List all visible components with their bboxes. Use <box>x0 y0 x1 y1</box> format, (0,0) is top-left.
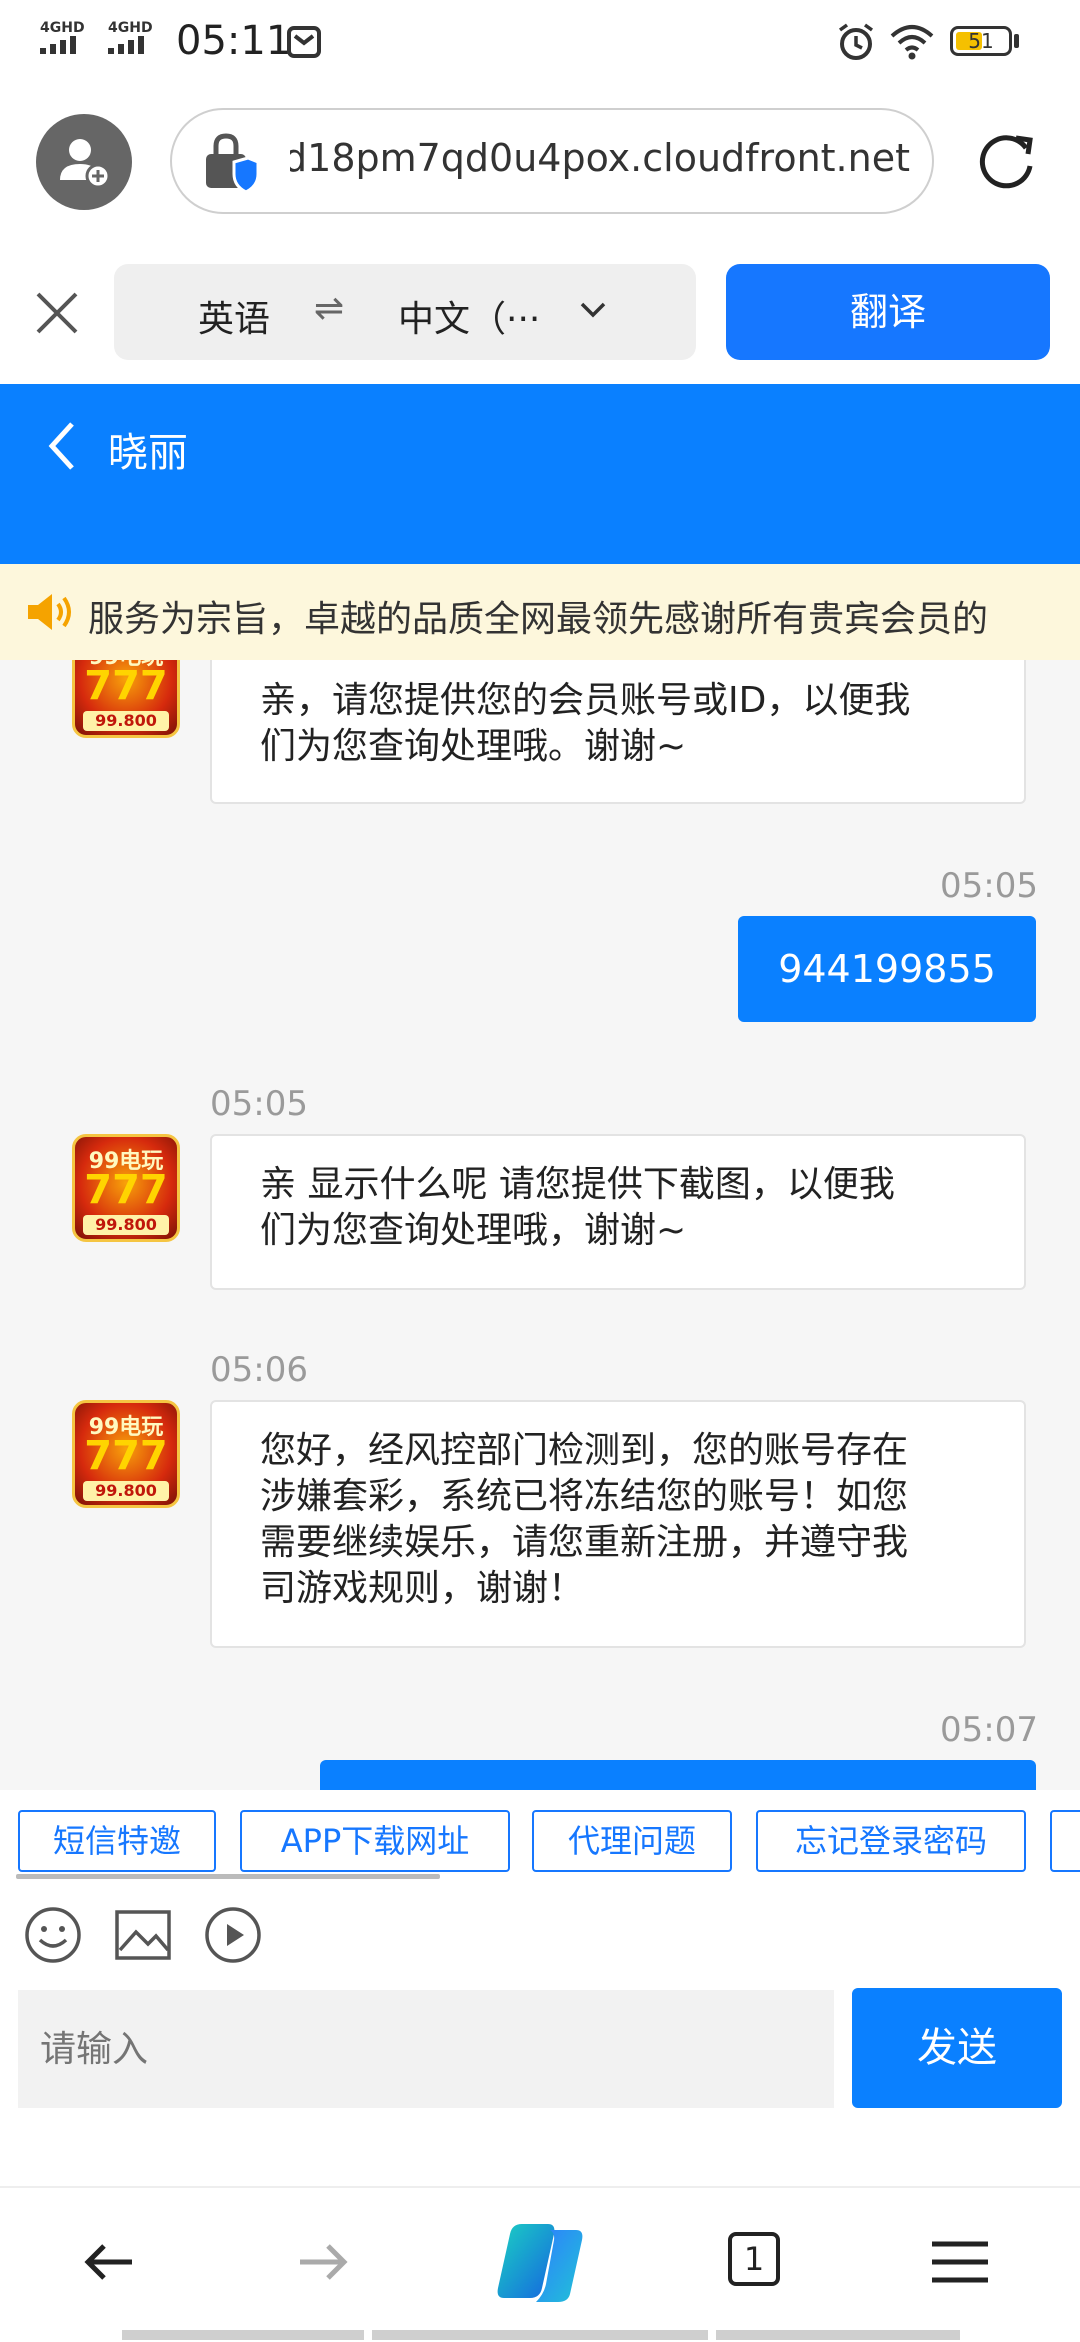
message-line: 涉嫌套彩，系统已将冻结您的账号！如您 <box>260 1476 909 1517</box>
swap-language-icon[interactable]: ⇌ <box>314 288 344 329</box>
logo-text-bottom: 99.800 <box>83 711 169 731</box>
send-button[interactable]: 发送 <box>852 1988 1062 2108</box>
gesture-bar <box>372 2330 708 2340</box>
message-line: 您好，经风控部门检测到，您的账号存在 <box>260 1430 909 1471</box>
target-language[interactable]: 中文（··· <box>398 290 540 342</box>
agent-avatar: 99电玩 777 99.800 <box>72 660 180 738</box>
shield-lock-icon[interactable] <box>200 132 260 196</box>
language-selector[interactable]: 英语 ⇌ 中文（··· <box>114 264 696 360</box>
message-time: 05:06 <box>210 1350 308 1390</box>
signal-icon <box>108 36 144 54</box>
chat-title: 晓丽 <box>108 430 188 476</box>
close-icon[interactable] <box>34 290 80 336</box>
message-time: 05:05 <box>940 866 1038 906</box>
emoji-icon[interactable] <box>24 1906 82 1964</box>
quick-reply-chip-more[interactable] <box>1050 1810 1080 1872</box>
message-line: 亲 显示什么呢 请您提供下截图，以便我 <box>260 1164 895 1205</box>
copilot-icon[interactable] <box>492 2218 588 2308</box>
alarm-icon <box>838 23 874 60</box>
video-icon[interactable] <box>204 1906 262 1964</box>
agent-avatar: 99电玩 777 99.800 <box>72 1134 180 1242</box>
sim1-label: 4GHD <box>40 20 85 36</box>
url-text: d18pm7qd0u4pox.cloudfront.net <box>290 136 910 180</box>
message-input[interactable] <box>18 1990 834 2108</box>
message-time: 05:05 <box>210 1084 308 1124</box>
logo-text-mid: 777 <box>84 663 168 709</box>
menu-icon[interactable] <box>928 2230 992 2294</box>
reload-icon[interactable] <box>976 130 1038 192</box>
quick-reply-bar[interactable]: 短信特邀 APP下载网址 代理问题 忘记登录密码 <box>0 1790 1080 1890</box>
message-line: 司游戏规则，谢谢！ <box>260 1568 585 1609</box>
agent-avatar: 99电玩 777 99.800 <box>72 1400 180 1508</box>
quick-reply-chip[interactable]: 短信特邀 <box>18 1810 216 1872</box>
battery-icon: 51 <box>950 26 1012 56</box>
message-line: 需要继续娱乐，请您重新注册，并遵守我 <box>260 1522 909 1563</box>
logo-text-bottom: 99.800 <box>83 1215 169 1235</box>
logo-text-bottom: 99.800 <box>83 1481 169 1501</box>
forward-arrow-icon[interactable] <box>290 2230 354 2294</box>
mail-icon <box>287 26 321 58</box>
speaker-icon <box>28 594 71 630</box>
image-icon[interactable] <box>114 1906 172 1964</box>
message-list[interactable]: 99电玩 777 99.800 亲，请您提供您的会员账号或ID，以便我 们为您查… <box>0 660 1080 1790</box>
message-bubble-agent: 亲，请您提供您的会员账号或ID，以便我 们为您查询处理哦。谢谢~ <box>210 660 1026 804</box>
quick-reply-chip[interactable]: APP下载网址 <box>240 1810 510 1872</box>
message-bubble-agent: 亲 显示什么呢 请您提供下截图，以便我 们为您查询处理哦，谢谢~ <box>210 1134 1026 1290</box>
sim2-label: 4GHD <box>108 20 153 36</box>
translate-button[interactable]: 翻译 <box>726 264 1050 360</box>
message-line: 们为您查询处理哦。谢谢~ <box>260 726 687 767</box>
wifi-icon <box>890 25 934 60</box>
status-time: 05:11 <box>176 18 292 64</box>
account-button[interactable] <box>36 114 132 210</box>
signal-icon <box>40 36 76 54</box>
status-bar: 4GHD 4GHD 05:11 51 <box>0 0 1080 86</box>
gesture-bar <box>122 2330 364 2340</box>
source-language[interactable]: 英语 <box>198 290 270 342</box>
back-arrow-icon[interactable] <box>78 2230 142 2294</box>
gesture-bar <box>716 2330 960 2340</box>
message-bubble-agent: 您好，经风控部门检测到，您的账号存在 涉嫌套彩，系统已将冻结您的账号！如您 需要… <box>210 1400 1026 1648</box>
quick-reply-chip[interactable]: 忘记登录密码 <box>756 1810 1026 1872</box>
back-chevron-icon[interactable] <box>46 420 76 472</box>
message-time: 05:07 <box>940 1710 1038 1750</box>
notice-marquee: 服务为宗旨，卓越的品质全网最领先感谢所有贵宾会员的 <box>0 564 1080 660</box>
add-account-icon <box>60 139 111 189</box>
message-bubble-user <box>320 1760 1036 1790</box>
tabs-icon[interactable]: 1 <box>728 2232 780 2286</box>
scroll-indicator <box>16 1874 440 1879</box>
message-line: 亲，请您提供您的会员账号或ID，以便我 <box>260 680 911 721</box>
quick-reply-chip[interactable]: 代理问题 <box>532 1810 732 1872</box>
chevron-down-icon[interactable] <box>578 294 608 324</box>
logo-text-mid: 777 <box>84 1433 168 1479</box>
battery-level: 51 <box>968 29 994 53</box>
logo-text-mid: 777 <box>84 1167 168 1213</box>
message-line: 们为您查询处理哦，谢谢~ <box>260 1210 687 1251</box>
message-bubble-user: 944199855 <box>738 916 1036 1022</box>
battery-nub <box>1014 34 1019 48</box>
address-bar[interactable]: d18pm7qd0u4pox.cloudfront.net <box>170 108 934 214</box>
notice-text: 服务为宗旨，卓越的品质全网最领先感谢所有贵宾会员的 <box>88 599 989 640</box>
